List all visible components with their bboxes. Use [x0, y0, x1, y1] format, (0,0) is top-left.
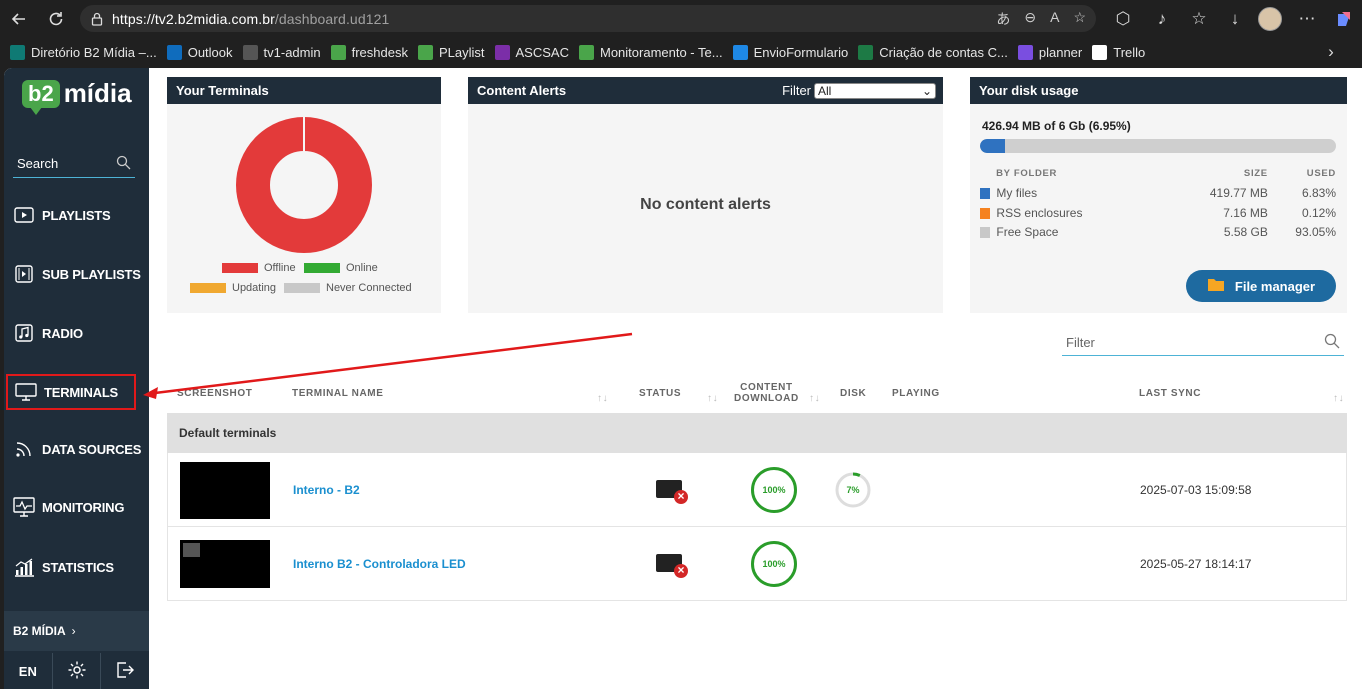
annotation-arrow	[143, 332, 633, 399]
arrow-head	[143, 387, 158, 399]
arrow-line	[154, 332, 633, 395]
